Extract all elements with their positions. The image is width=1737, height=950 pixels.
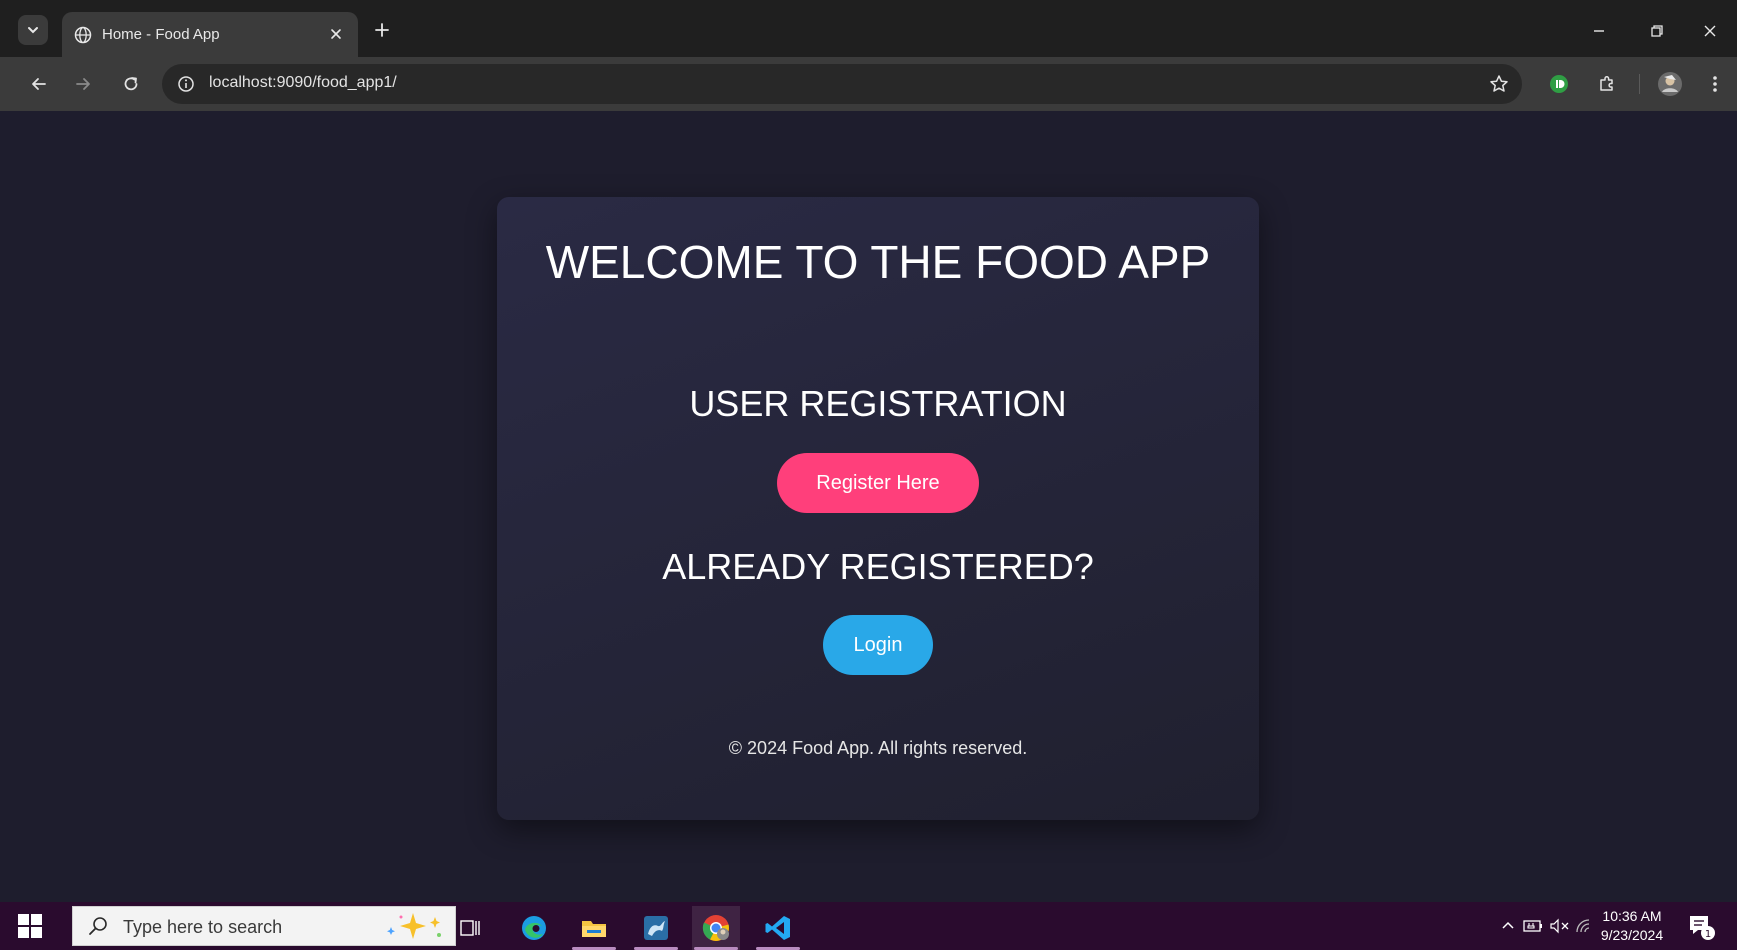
back-button[interactable] (24, 69, 54, 99)
profile-button[interactable] (1655, 69, 1685, 99)
notification-center-button[interactable]: 1 (1686, 912, 1716, 942)
chevron-down-icon (28, 27, 38, 34)
arrow-right-icon (76, 78, 90, 90)
login-heading: ALREADY REGISTERED? (662, 546, 1094, 587)
window-close-button[interactable] (1693, 14, 1727, 48)
new-tab-button[interactable] (368, 16, 396, 44)
tray-battery[interactable] (1522, 914, 1546, 938)
search-placeholder: Type here to search (123, 917, 283, 937)
vscode-icon (765, 916, 790, 940)
chrome-icon (702, 915, 729, 941)
chevron-up-icon (1502, 921, 1514, 929)
windows-logo-icon (18, 914, 29, 925)
database-app-icon (644, 916, 668, 940)
bookmark-button[interactable] (1488, 73, 1510, 95)
tray-overflow-button[interactable] (1496, 914, 1520, 938)
screen: Home - Food App localhost:9090/food_app1… (0, 0, 1737, 950)
task-view-icon (460, 920, 480, 936)
address-bar[interactable]: localhost:9090/food_app1/ (162, 64, 1522, 104)
taskbar-vscode[interactable] (754, 906, 802, 950)
info-icon (178, 76, 194, 92)
folder-icon (582, 921, 606, 937)
notification-count: 1 (1705, 929, 1711, 940)
taskbar-edge[interactable] (510, 906, 558, 950)
start-button[interactable] (18, 914, 42, 938)
globe-icon (74, 26, 92, 43)
notification-icon: 1 (1690, 916, 1715, 940)
page-title: WELCOME TO THE FOOD APP (545, 236, 1211, 288)
taskbar-file-explorer[interactable] (570, 906, 618, 950)
puzzle-icon (1600, 75, 1613, 91)
sparkle-icon (387, 913, 441, 939)
tab-title: Home - Food App (102, 26, 220, 43)
edge-icon (522, 916, 546, 940)
wifi-icon (1576, 919, 1590, 933)
star-icon (1490, 75, 1508, 92)
tray-volume[interactable] (1548, 914, 1572, 938)
tab-close-button[interactable] (326, 24, 346, 44)
more-vertical-icon (1713, 76, 1717, 92)
close-icon (1704, 25, 1716, 37)
system-clock[interactable]: 10:36 AM 9/23/2024 (1592, 907, 1672, 945)
tab-search-button[interactable] (18, 15, 48, 45)
plus-icon (375, 23, 389, 37)
restore-button[interactable] (1640, 14, 1674, 48)
toolbar-separator (1639, 74, 1640, 94)
arrow-left-icon (32, 78, 46, 90)
browser-tab-active[interactable]: Home - Food App (62, 12, 358, 57)
registration-heading: USER REGISTRATION (689, 383, 1067, 424)
copyright-text: © 2024 Food App. All rights reserved. (728, 738, 1028, 758)
taskbar-chrome[interactable] (692, 906, 740, 950)
volume-muted-icon (1550, 918, 1569, 934)
browser-tab-strip: Home - Food App (0, 0, 1737, 57)
battery-plug-icon (1523, 920, 1542, 932)
register-button[interactable]: Register Here (777, 453, 979, 513)
taskbar-search-box[interactable]: Type here to search (72, 906, 456, 946)
browser-menu-button[interactable] (1700, 69, 1730, 99)
extension-badge-icon (1550, 75, 1568, 93)
minimize-icon (1594, 30, 1604, 32)
search-icon (89, 917, 107, 935)
site-info-button[interactable] (176, 74, 196, 94)
restore-icon (1651, 25, 1663, 37)
taskbar: Type here to search 10:36 AM 9/23/2024 1 (0, 902, 1737, 950)
extensions-menu-button[interactable] (1592, 69, 1622, 99)
login-button[interactable]: Login (823, 615, 933, 675)
clock-time: 10:36 AM (1602, 908, 1662, 924)
task-view-button[interactable] (446, 906, 494, 950)
minimize-button[interactable] (1582, 14, 1616, 48)
welcome-card: WELCOME TO THE FOOD APP USER REGISTRATIO… (497, 197, 1259, 820)
browser-toolbar: localhost:9090/food_app1/ (0, 57, 1737, 111)
close-icon (331, 29, 341, 39)
reload-button[interactable] (116, 69, 146, 99)
forward-button[interactable] (68, 69, 98, 99)
extension-button[interactable] (1544, 69, 1574, 99)
taskbar-mysql-workbench[interactable] (632, 906, 680, 950)
clock-date: 9/23/2024 (1600, 927, 1664, 943)
url-text: localhost:9090/food_app1/ (209, 74, 397, 91)
reload-icon (124, 77, 138, 91)
avatar (1658, 72, 1682, 96)
